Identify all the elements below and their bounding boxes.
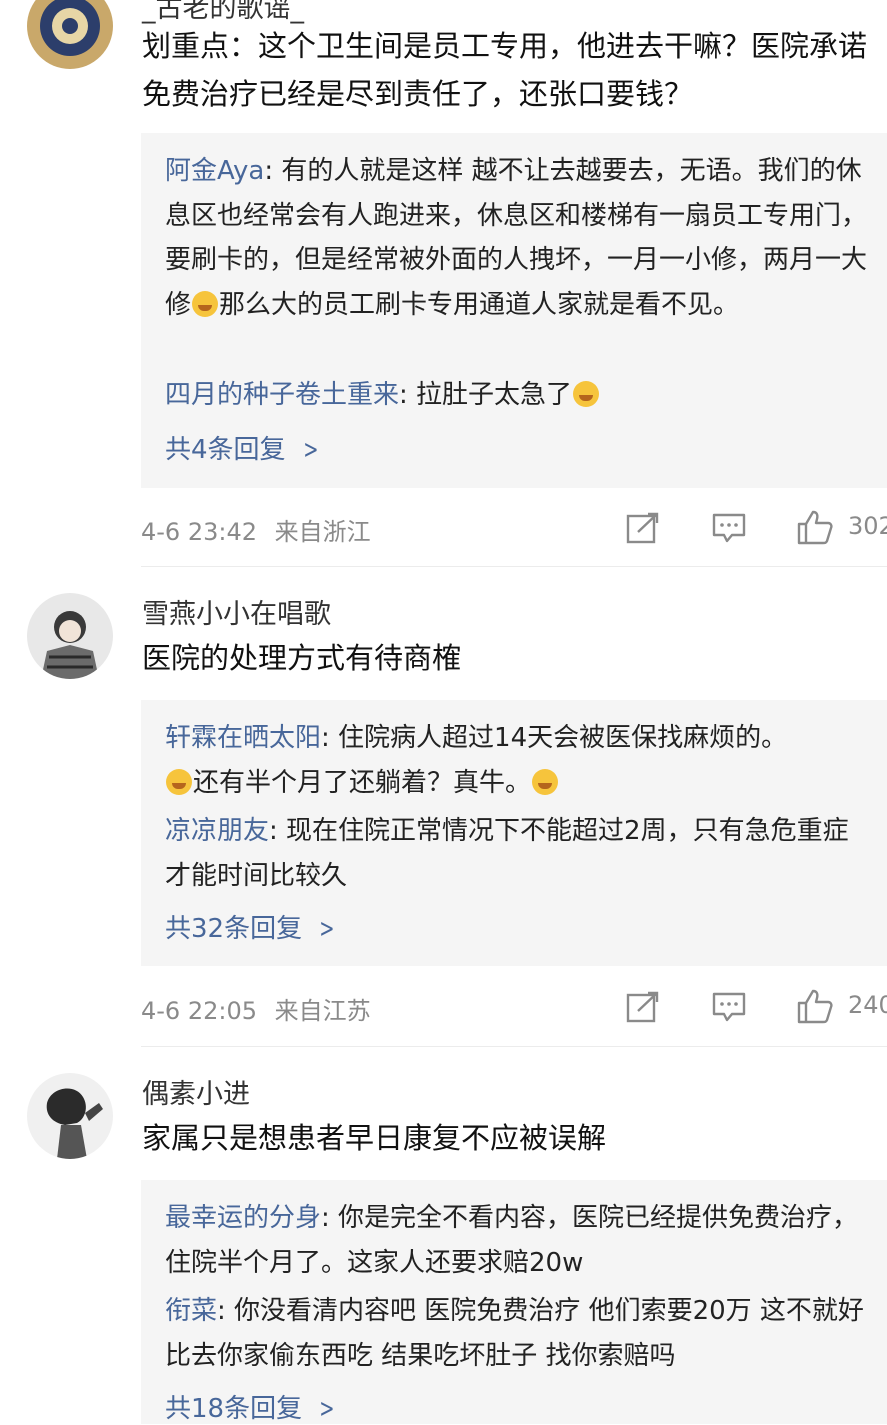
reply-item: 四月的种子卷土重来: 拉肚子太急了 (165, 373, 871, 418)
avatar[interactable] (27, 593, 113, 679)
reply-item: 最幸运的分身: 你是完全不看内容，医院已经提供免费治疗，住院半个月了。这家人还要… (165, 1196, 871, 1285)
comment-username[interactable]: 雪燕小小在唱歌 (142, 592, 331, 631)
smile-emoji-icon (166, 768, 192, 795)
reply-author[interactable]: 凉凉朋友 (165, 816, 269, 846)
chevron-right-icon: > (302, 435, 319, 465)
share-icon[interactable] (626, 991, 660, 1023)
comment-username[interactable]: 偶素小进 (142, 1072, 250, 1111)
reply-item: 阿金Aya: 有的人就是这样 越不让去越要去，无语。我们的休息区也经常会有人跑进… (165, 149, 871, 327)
reply-text: : 你没看清内容吧 医院免费治疗 他们索要20万 这不就好比去你家偷东西吃 结果… (165, 1296, 864, 1371)
chevron-right-icon: > (319, 1394, 335, 1424)
reply-author[interactable]: 衔菜 (165, 1296, 217, 1326)
smile-emoji-icon (532, 768, 559, 795)
reply-author[interactable]: 四月的种子卷土重来 (165, 380, 399, 410)
more-replies-label: 共18条回复 (165, 1394, 303, 1424)
more-replies-link[interactable]: 共4条回复 > (165, 429, 321, 466)
comment-icon[interactable] (712, 992, 746, 1022)
comment-text: 医院的处理方式有待商榷 (142, 641, 462, 675)
more-replies-label: 共32条回复 (165, 914, 303, 944)
divider (141, 566, 887, 567)
reply-item: 凉凉朋友: 现在住院正常情况下不能超过2周，只有急危重症才能时间比较久 (165, 809, 871, 898)
share-icon[interactable] (626, 512, 660, 544)
comment-text: 划重点：这个卫生间是员工专用，他进去干嘛？医院承诺免费治疗已经是尽到责任了，还张… (142, 29, 868, 111)
reply-item: 衔菜: 你没看清内容吧 医院免费治疗 他们索要20万 这不就好比去你家偷东西吃 … (165, 1289, 871, 1378)
comment-time: 4-6 23:42 (141, 518, 257, 546)
reply-text: : 住院病人超过14天会被医保找麻烦的。 (321, 723, 788, 753)
laugh-cry-emoji-icon (192, 290, 219, 317)
comment-location: 来自江苏 (274, 997, 371, 1025)
reply-text: : 拉肚子太急了 (399, 380, 573, 410)
reply-box: 最幸运的分身: 你是完全不看内容，医院已经提供免费治疗，住院半个月了。这家人还要… (141, 1180, 887, 1424)
more-replies-label: 共4条回复 (165, 435, 286, 465)
reply-author[interactable]: 轩霖在晒太阳 (165, 723, 321, 753)
reply-box: 轩霖在晒太阳: 住院病人超过14天会被医保找麻烦的。 还有半个月了还躺着？真牛。 … (141, 700, 887, 966)
comment-text: 家属只是想患者早日康复不应被误解 (142, 1121, 607, 1155)
reply-box: 阿金Aya: 有的人就是这样 越不让去越要去，无语。我们的休息区也经常会有人跑进… (141, 133, 887, 488)
reply-author[interactable]: 最幸运的分身 (165, 1203, 321, 1233)
avatar[interactable] (27, 1073, 113, 1159)
like-count: 240 (848, 991, 887, 1019)
laugh-emoji-icon (573, 381, 600, 407)
comment-time: 4-6 22:05 (141, 997, 257, 1025)
comment-meta: 4-6 23:42 来自浙江 (141, 512, 371, 547)
comment-meta: 4-6 22:05 来自江苏 (141, 991, 371, 1026)
reply-text-cont: 那么大的员工刷卡专用通道人家就是看不见。 (219, 289, 740, 320)
reply-text-cont: 还有半个月了还躺着？真牛。 (193, 767, 532, 798)
reply-author[interactable]: 阿金Aya (165, 156, 264, 186)
comment-icon[interactable] (712, 513, 746, 543)
like-icon[interactable] (797, 509, 833, 545)
reply-item: 轩霖在晒太阳: 住院病人超过14天会被医保找麻烦的。还有半个月了还躺着？真牛。 (165, 716, 871, 805)
avatar[interactable] (27, 0, 113, 69)
divider (141, 1046, 887, 1047)
more-replies-link[interactable]: 共18条回复 > (165, 1388, 338, 1425)
comment-location: 来自浙江 (274, 518, 371, 546)
chevron-right-icon: > (319, 914, 335, 944)
more-replies-link[interactable]: 共32条回复 > (165, 908, 338, 945)
like-count: 302 (848, 512, 887, 540)
like-icon[interactable] (797, 988, 833, 1024)
